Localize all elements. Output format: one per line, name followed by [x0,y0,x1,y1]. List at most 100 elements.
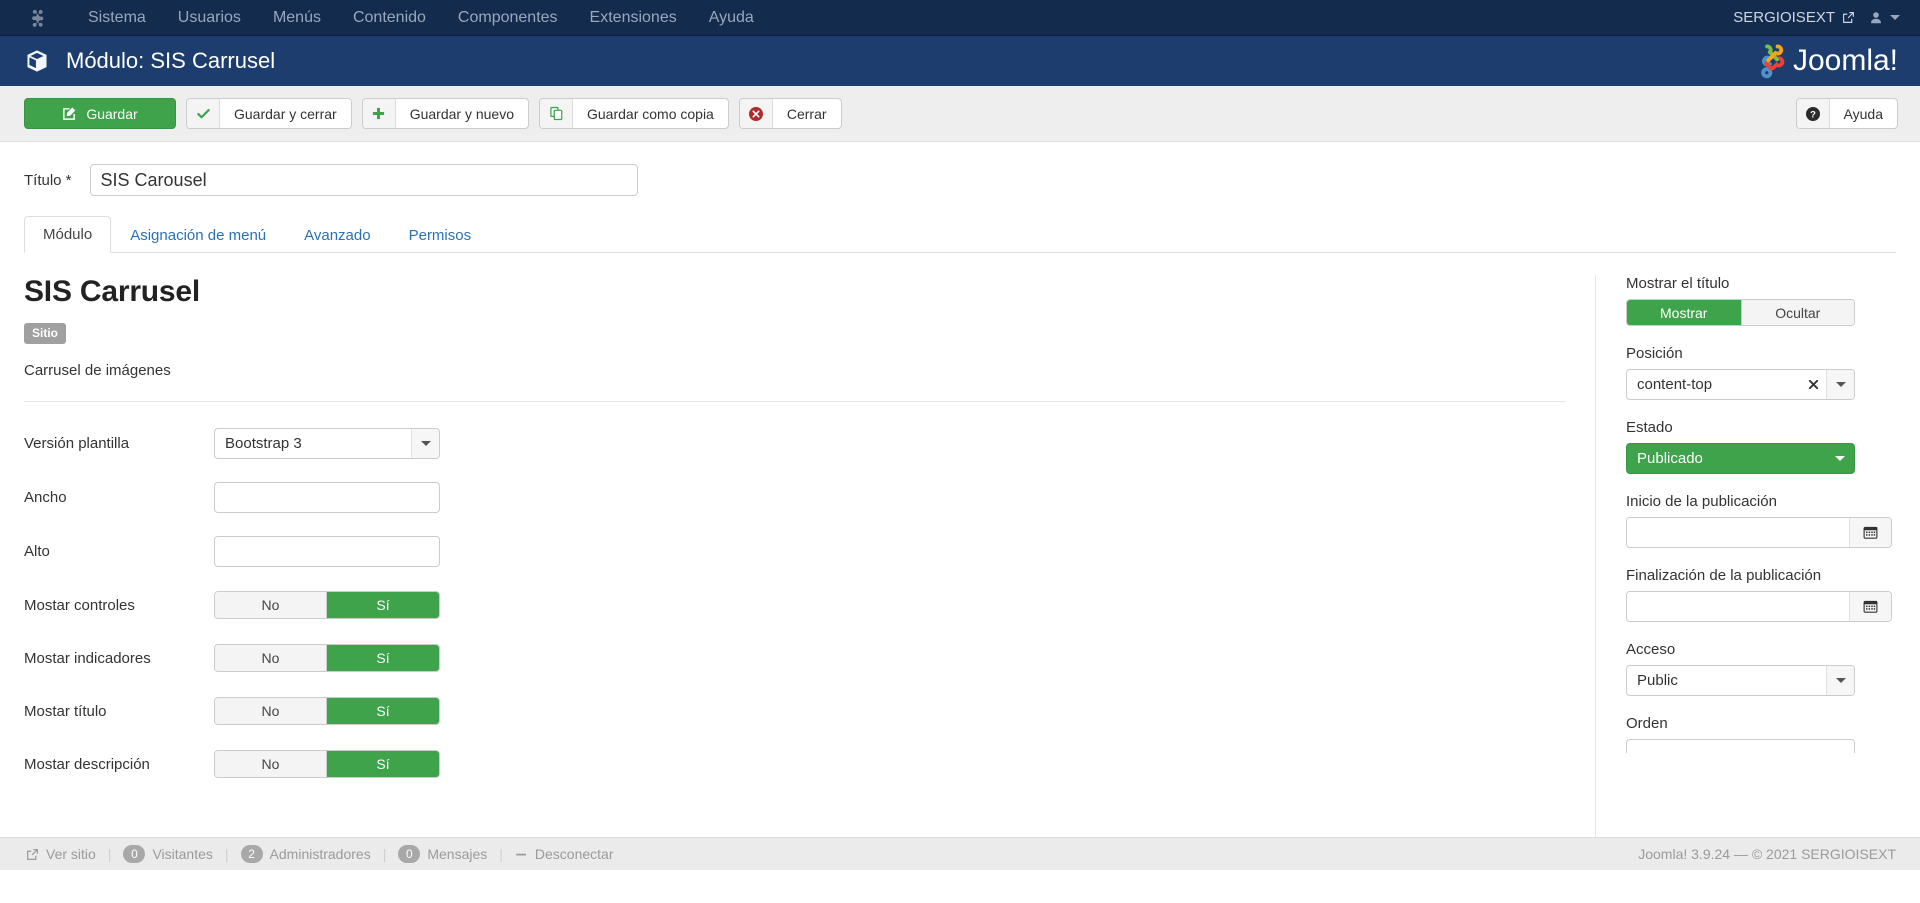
chevron-down-icon[interactable] [1826,444,1854,473]
close-circle-icon [739,99,773,128]
menu-item-componentes[interactable]: Componentes [442,3,574,33]
toggle-mostar-indicadores[interactable]: No Sí [214,644,440,672]
toggle-mostar-indicadores-no[interactable]: No [215,645,327,671]
date-publish-end[interactable] [1626,591,1892,622]
field-show-title: Mostrar el título Mostrar Ocultar [1626,275,1896,326]
label-mostar-controles: Mostar controles [24,596,135,614]
menu-item-ayuda[interactable]: Ayuda [693,3,770,33]
editor-tabs: Módulo Asignación de menú Avanzado Permi… [24,216,1896,253]
field-row-mostar-descripcion: Mostar descripción No Sí [24,749,1565,779]
site-name-label: SERGIOISEXT [1733,9,1835,26]
help-button[interactable]: ? Ayuda [1795,98,1898,129]
external-link-icon [26,848,39,861]
toggle-mostar-titulo[interactable]: No Sí [214,697,440,725]
status-messages-count: 0 [398,845,421,863]
toggle-mostar-titulo-no[interactable]: No [215,698,327,724]
field-row-alto: Alto [24,536,1565,567]
select-version-plantilla[interactable]: Bootstrap 3 [214,428,440,459]
module-description: Carrusel de imágenes [24,362,171,379]
svg-text:?: ? [1810,109,1816,120]
btn-show-title-mostrar[interactable]: Mostrar [1627,300,1741,325]
cube-icon [24,48,50,74]
select-access[interactable]: Public [1626,665,1855,696]
label-show-title: Mostrar el título [1626,275,1730,292]
joomla-mark-icon[interactable] [24,5,50,31]
input-publish-end[interactable] [1627,592,1849,621]
title-field-label: Título * [24,171,72,189]
menu-item-sistema[interactable]: Sistema [72,3,162,33]
status-admins[interactable]: 2 Administradores [229,845,383,863]
menu-item-usuarios[interactable]: Usuarios [162,3,257,33]
save-and-close-button[interactable]: Guardar y cerrar [186,98,352,129]
toggle-mostar-titulo-si[interactable]: Sí [327,698,439,724]
toggle-mostar-controles[interactable]: No Sí [214,591,440,619]
close-button[interactable]: Cerrar [738,98,842,129]
save-and-new-button[interactable]: Guardar y nuevo [361,98,529,129]
label-position: Posición [1626,345,1683,362]
select-order-partial[interactable] [1626,739,1896,753]
calendar-icon[interactable] [1849,518,1891,547]
status-messages[interactable]: 0 Mensajes [386,845,499,863]
select-status[interactable]: Publicado [1626,443,1855,474]
toggle-mostar-controles-no[interactable]: No [215,592,327,618]
publishing-sidebar: Mostrar el título Mostrar Ocultar Posici… [1596,275,1896,853]
status-visitors[interactable]: 0 Visitantes [111,845,224,863]
menu-item-contenido[interactable]: Contenido [337,3,442,33]
field-position: Posición content-top [1626,345,1896,400]
status-logout-label: Desconectar [534,846,614,862]
input-publish-start[interactable] [1627,518,1849,547]
module-heading: SIS Carrusel [24,275,201,308]
label-status: Estado [1626,419,1673,436]
toggle-mostar-controles-si[interactable]: Sí [327,592,439,618]
save-button[interactable]: Guardar [24,98,176,129]
save-and-close-label: Guardar y cerrar [234,105,337,122]
admin-status-bar: Ver sitio | 0 Visitantes | 2 Administrad… [0,837,1920,870]
field-row-mostar-controles: Mostar controles No Sí [24,590,1565,620]
admin-top-bar-right: SERGIOISEXT [1733,9,1900,26]
label-access: Acceso [1626,641,1676,658]
field-access: Acceso Public [1626,641,1896,696]
select-position[interactable]: content-top [1626,369,1855,400]
plus-icon [362,99,396,128]
module-settings-column: SIS Carrusel Sitio Carrusel de imágenes … [24,275,1596,853]
field-row-mostar-indicadores: Mostar indicadores No Sí [24,643,1565,673]
calendar-icon[interactable] [1849,592,1891,621]
external-link-icon [1842,11,1855,24]
toggle-mostar-descripcion[interactable]: No Sí [214,750,440,778]
field-row-mostar-titulo: Mostar título No Sí [24,696,1565,726]
tab-permisos[interactable]: Permisos [390,217,491,253]
btn-group-show-title[interactable]: Mostrar Ocultar [1626,299,1855,326]
chevron-down-icon[interactable] [1826,370,1854,399]
input-alto[interactable] [214,536,440,567]
title-input[interactable] [89,164,638,196]
menu-item-extensiones[interactable]: Extensiones [574,3,693,33]
status-view-site[interactable]: Ver sitio [14,846,108,862]
toggle-mostar-descripcion-no[interactable]: No [215,751,327,777]
tab-avanzado[interactable]: Avanzado [285,217,389,253]
select-status-value: Publicado [1637,450,1703,467]
status-logout[interactable]: Desconectar [503,846,626,862]
check-icon [187,99,220,128]
label-publish-start: Inicio de la publicación [1626,493,1777,510]
page-title: Módulo: SIS Carrusel [66,48,276,73]
tab-asignacion-de-menu[interactable]: Asignación de menú [111,217,285,253]
site-name-link[interactable]: SERGIOISEXT [1733,9,1855,26]
page-subhead: Módulo: SIS Carrusel Joomla! [0,36,1920,86]
select-access-value: Public [1637,672,1678,689]
btn-show-title-ocultar[interactable]: Ocultar [1740,300,1854,325]
label-version-plantilla: Versión plantilla [24,435,130,452]
label-mostar-titulo: Mostar título [24,702,107,720]
input-ancho[interactable] [214,482,440,513]
chevron-down-icon[interactable] [1826,666,1854,695]
user-menu-button[interactable] [1869,11,1900,25]
save-as-copy-button[interactable]: Guardar como copia [539,98,729,129]
clear-x-icon[interactable] [1800,370,1826,399]
toggle-mostar-indicadores-si[interactable]: Sí [327,645,439,671]
label-mostar-descripcion: Mostar descripción [24,755,150,773]
admin-main-menu: Sistema Usuarios Menús Contenido Compone… [72,3,770,33]
chevron-down-icon [1890,15,1900,20]
toggle-mostar-descripcion-si[interactable]: Sí [327,751,439,777]
menu-item-menus[interactable]: Menús [257,3,337,33]
date-publish-start[interactable] [1626,517,1892,548]
tab-modulo[interactable]: Módulo [24,216,112,253]
